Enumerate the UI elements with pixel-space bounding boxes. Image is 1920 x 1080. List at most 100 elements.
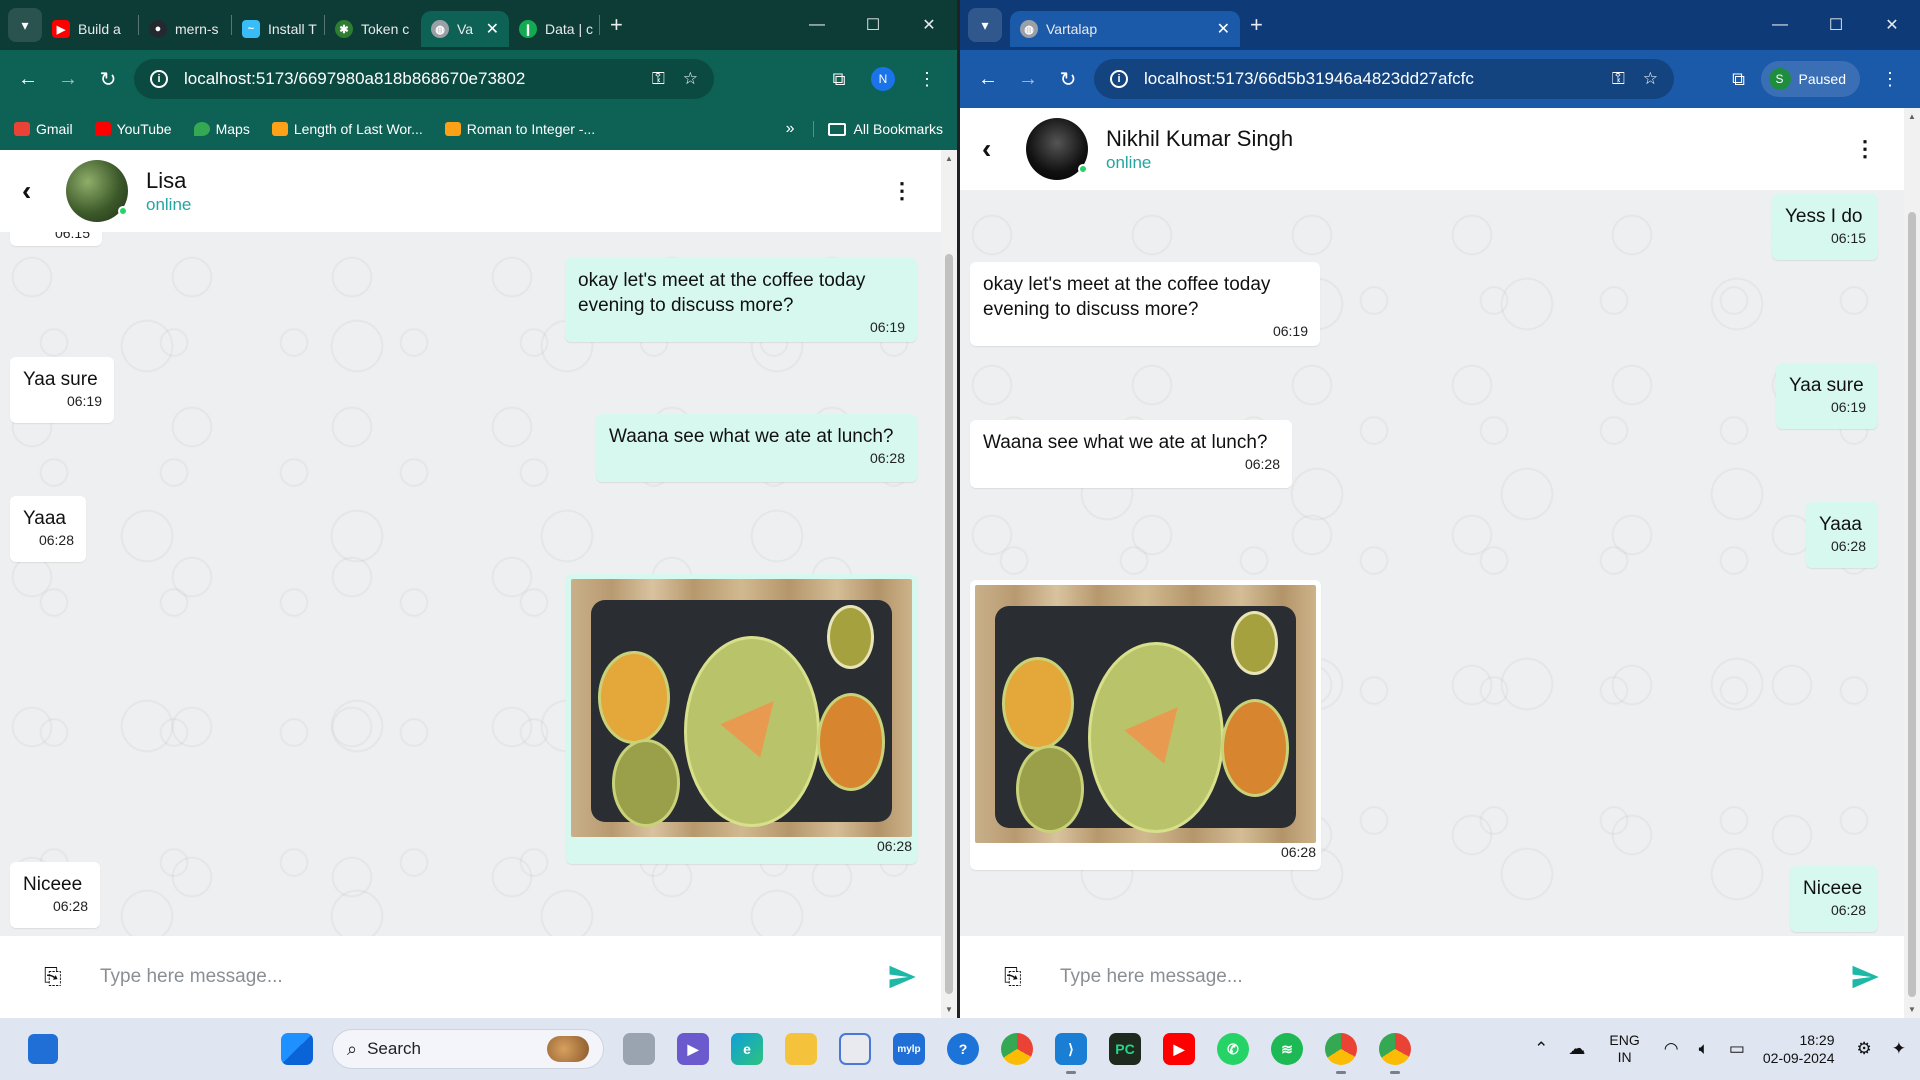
- message-text: Yaaa: [1819, 514, 1862, 535]
- spotify-icon[interactable]: ≋: [1271, 1033, 1303, 1065]
- profile-avatar[interactable]: N: [871, 67, 895, 91]
- outlook-widget-icon[interactable]: [28, 1034, 58, 1064]
- back-arrow-icon[interactable]: ←: [8, 68, 48, 91]
- bookmark-youtube[interactable]: YouTube: [94, 121, 172, 137]
- tab-vartalap-active[interactable]: ◍ Va ✕: [421, 11, 509, 47]
- minimize-icon[interactable]: —: [1752, 16, 1808, 34]
- whatsapp-icon[interactable]: ✆: [1217, 1033, 1249, 1065]
- url-text[interactable]: localhost:5173/6697980a818b868670e73802: [184, 69, 634, 89]
- language-indicator[interactable]: ENG IN: [1609, 1032, 1639, 1067]
- bookmark-roman-to-integer[interactable]: Roman to Integer -...: [444, 121, 595, 137]
- battery-icon[interactable]: ▭: [1729, 1039, 1745, 1059]
- wifi-icon[interactable]: ◠: [1664, 1039, 1679, 1059]
- message-time: 06:28: [1830, 902, 1866, 919]
- food-tray-photo[interactable]: [975, 585, 1316, 843]
- address-bar[interactable]: i localhost:5173/66d5b31946a4823dd27afcf…: [1094, 59, 1674, 99]
- site-info-icon[interactable]: i: [1110, 70, 1128, 88]
- scrollbar-thumb[interactable]: [945, 254, 953, 994]
- message-time: 06:19: [66, 393, 102, 410]
- tab-install[interactable]: ~ Install T: [232, 11, 324, 47]
- new-tab-button[interactable]: +: [610, 12, 623, 38]
- tab-search-button[interactable]: ▾: [968, 8, 1002, 42]
- maximize-icon[interactable]: ☐: [1808, 15, 1864, 35]
- send-icon[interactable]: [885, 962, 919, 992]
- avatar[interactable]: [66, 160, 128, 222]
- chrome-menu-icon[interactable]: ⋮: [905, 69, 949, 90]
- bookmark-length-last-word[interactable]: Length of Last Wor...: [271, 121, 423, 137]
- message-input[interactable]: [1060, 966, 1848, 988]
- back-chevron-icon[interactable]: ‹: [982, 133, 1010, 165]
- more-options-icon[interactable]: ⋮: [1854, 136, 1876, 162]
- onedrive-offline-icon[interactable]: ☁: [1568, 1039, 1585, 1059]
- avatar[interactable]: [1026, 118, 1088, 180]
- tab-data[interactable]: ❙ Data | c: [509, 11, 599, 47]
- more-bookmarks-chevron-icon[interactable]: »: [786, 120, 795, 138]
- scroll-down-arrow-icon[interactable]: ▼: [941, 1005, 957, 1014]
- attachment-paperclip-icon[interactable]: ⎘: [1004, 964, 1024, 990]
- password-key-icon[interactable]: ⚿: [652, 69, 665, 89]
- url-text[interactable]: localhost:5173/66d5b31946a4823dd27afcfc: [1144, 69, 1594, 89]
- scroll-up-arrow-icon[interactable]: ▲: [1904, 112, 1920, 121]
- address-bar[interactable]: i localhost:5173/6697980a818b868670e7380…: [134, 59, 714, 99]
- clock[interactable]: 18:29 02-09-2024: [1763, 1031, 1835, 1067]
- chrome-menu-icon[interactable]: ⋮: [1868, 69, 1912, 90]
- new-tab-button[interactable]: +: [1250, 12, 1263, 38]
- bookmark-star-icon[interactable]: ☆: [1643, 69, 1658, 89]
- password-key-icon[interactable]: ⚿: [1612, 69, 1625, 89]
- copilot-icon[interactable]: ✦: [1892, 1039, 1906, 1059]
- edge-icon[interactable]: e: [731, 1033, 763, 1065]
- help-icon[interactable]: ?: [947, 1033, 979, 1065]
- vscode-icon[interactable]: ⟩: [1055, 1033, 1087, 1074]
- bookmark-gmail[interactable]: Gmail: [14, 121, 73, 137]
- reload-icon[interactable]: ↻: [1048, 67, 1088, 92]
- close-window-icon[interactable]: ✕: [901, 15, 957, 35]
- mylp-icon[interactable]: mylp: [893, 1033, 925, 1065]
- file-explorer-icon[interactable]: [785, 1033, 817, 1065]
- scroll-up-arrow-icon[interactable]: ▲: [941, 154, 957, 163]
- profile-paused-button[interactable]: S Paused: [1760, 61, 1860, 97]
- taskbar-search[interactable]: ⌕ Search: [332, 1029, 604, 1069]
- settings-gear-icon[interactable]: ⚙: [1857, 1039, 1872, 1059]
- show-hidden-icons-chevron-icon[interactable]: ⌃: [1534, 1039, 1548, 1059]
- send-icon[interactable]: [1848, 962, 1882, 992]
- back-arrow-icon[interactable]: ←: [968, 68, 1008, 91]
- start-windows-icon[interactable]: [281, 1033, 313, 1065]
- forward-arrow-icon[interactable]: →: [1008, 68, 1048, 91]
- extensions-icon[interactable]: ⧉: [817, 69, 861, 90]
- extensions-icon[interactable]: ⧉: [1717, 69, 1761, 90]
- task-view-icon[interactable]: [623, 1033, 655, 1065]
- close-window-icon[interactable]: ✕: [1864, 15, 1920, 35]
- chrome-icon[interactable]: [1001, 1033, 1033, 1065]
- meet-icon[interactable]: ▶: [677, 1033, 709, 1065]
- attachment-paperclip-icon[interactable]: ⎘: [44, 964, 64, 990]
- maximize-icon[interactable]: ☐: [845, 15, 901, 35]
- volume-icon[interactable]: 🔈︎: [1699, 1039, 1709, 1059]
- back-chevron-icon[interactable]: ‹: [22, 175, 50, 207]
- message-input[interactable]: [100, 966, 885, 988]
- chrome-profile-s-icon[interactable]: [1379, 1033, 1411, 1074]
- page-scrollbar[interactable]: ▲ ▼: [1904, 108, 1920, 1018]
- store-icon[interactable]: [839, 1033, 871, 1065]
- pycharm-icon[interactable]: PC: [1109, 1033, 1141, 1065]
- scroll-down-arrow-icon[interactable]: ▼: [1904, 1005, 1920, 1014]
- food-tray-photo[interactable]: [571, 579, 912, 837]
- youtube-icon[interactable]: ▶: [1163, 1033, 1195, 1065]
- close-tab-icon[interactable]: ✕: [1211, 19, 1230, 39]
- bookmark-star-icon[interactable]: ☆: [683, 69, 698, 89]
- close-tab-icon[interactable]: ✕: [480, 19, 499, 39]
- minimize-icon[interactable]: —: [789, 16, 845, 34]
- reload-icon[interactable]: ↻: [88, 67, 128, 92]
- forward-arrow-icon[interactable]: →: [48, 68, 88, 91]
- tab-vartalap-active[interactable]: ◍ Vartalap ✕: [1010, 11, 1240, 47]
- tab-build[interactable]: ▶ Build a: [42, 11, 138, 47]
- bookmark-maps[interactable]: Maps: [193, 121, 250, 137]
- page-scrollbar[interactable]: ▲ ▼: [941, 150, 957, 1018]
- scrollbar-thumb[interactable]: [1908, 212, 1916, 997]
- tab-token[interactable]: ✱ Token c: [325, 11, 421, 47]
- site-info-icon[interactable]: i: [150, 70, 168, 88]
- all-bookmarks-button[interactable]: All Bookmarks: [812, 121, 943, 137]
- tab-mern[interactable]: ● mern-s: [139, 11, 231, 47]
- tab-search-button[interactable]: ▾: [8, 8, 42, 42]
- more-options-icon[interactable]: ⋮: [891, 178, 913, 204]
- chrome-profile-n-icon[interactable]: [1325, 1033, 1357, 1074]
